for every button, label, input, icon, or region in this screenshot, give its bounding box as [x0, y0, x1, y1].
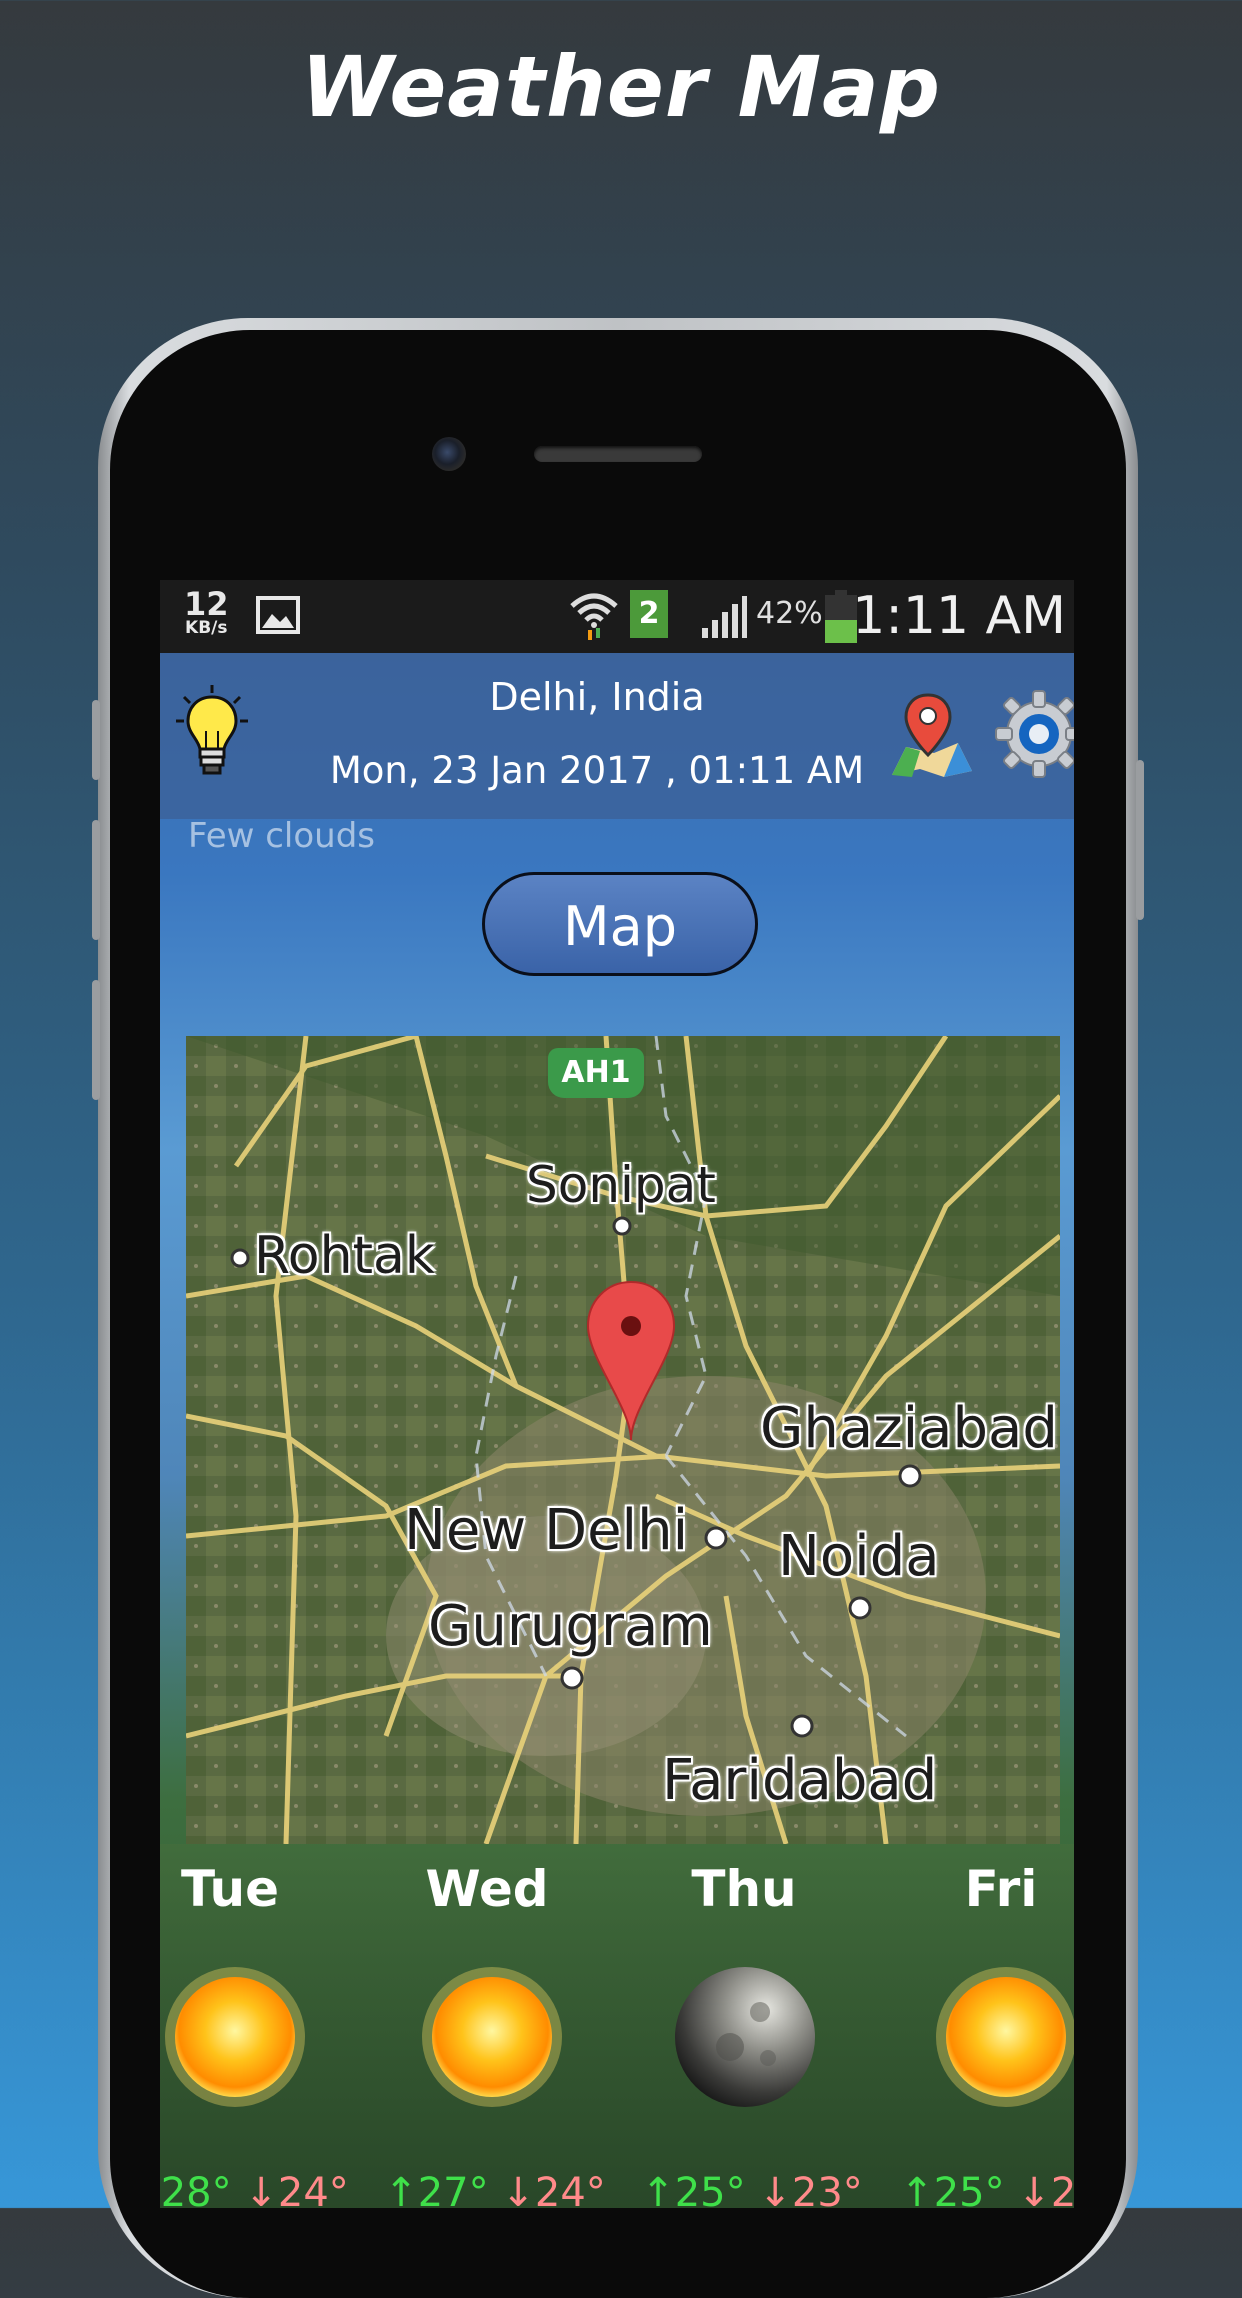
app-header: Delhi, India Mon, 23 Jan 2017 , 01:11 AM — [160, 653, 1074, 819]
highway-shield-ah1: AH1 — [548, 1048, 644, 1098]
forecast-day-label: Fri — [964, 1860, 1038, 1918]
app-screen: 12 KB/s 2 42% 1:11 AM Delhi, India Mon, … — [160, 580, 1074, 2208]
low-temp: ↓23° — [758, 2170, 863, 2208]
low-temp: ↓24° — [501, 2170, 606, 2208]
forecast-strip: Tue Wed Thu Fri 28° ↓24° ↑27° ↓24° ↑25° … — [160, 1844, 1074, 2208]
cell-signal-icon — [702, 596, 747, 638]
network-speed: 12 KB/s — [184, 585, 229, 638]
city-label-faridabad: Faridabad — [662, 1748, 938, 1813]
status-bar: 12 KB/s 2 42% 1:11 AM — [160, 580, 1074, 653]
city-label-noida: Noida — [778, 1524, 940, 1589]
promo-headline: Weather Map — [301, 38, 941, 136]
phone-volume-down — [92, 980, 100, 1100]
high-temp: ↑27° — [384, 2170, 489, 2208]
map-pin-icon[interactable] — [890, 691, 974, 779]
high-temp: ↑28° — [160, 2170, 232, 2208]
faded-condition-text: Few clouds — [188, 816, 376, 856]
phone-power-button — [1136, 760, 1144, 920]
high-temp: ↑25° — [900, 2170, 1005, 2208]
city-label-sonipat: Sonipat — [526, 1156, 716, 1214]
low-temp: ↓24° — [244, 2170, 349, 2208]
forecast-day-label: Thu — [691, 1860, 797, 1918]
forecast-temps: ↑25° ↓23° — [638, 2170, 866, 2208]
city-label-rohtak: Rohtak — [254, 1226, 435, 1286]
city-label-new-delhi: New Delhi — [404, 1498, 689, 1563]
sun-icon — [422, 1967, 562, 2107]
forecast-day-label: Tue — [180, 1860, 280, 1918]
clock: 1:11 AM — [852, 586, 1066, 646]
settings-gear-icon[interactable] — [994, 689, 1074, 779]
gallery-notification-icon — [256, 596, 300, 634]
earpiece-speaker — [534, 446, 702, 462]
forecast-day-label: Wed — [425, 1860, 549, 1918]
map-button[interactable]: Map — [482, 872, 758, 976]
low-temp: ↓22° — [1017, 2170, 1074, 2208]
forecast-temps: ↑25° ↓22° — [897, 2170, 1074, 2208]
high-temp: ↑25° — [641, 2170, 746, 2208]
sim-indicator: 2 — [630, 590, 668, 638]
city-label-ghaziabad: Ghaziabad — [760, 1396, 1058, 1461]
moon-icon — [675, 1967, 815, 2107]
battery-percent: 42% — [756, 596, 823, 631]
forecast-temps: ↑27° ↓24° — [381, 2170, 609, 2208]
phone-side-button — [92, 700, 100, 780]
city-label-gurugram: Gurugram — [428, 1594, 713, 1659]
wifi-icon — [570, 593, 618, 640]
front-camera — [432, 437, 466, 471]
sun-icon — [936, 1967, 1074, 2107]
satellite-map[interactable]: AH1 Sonipat Rohtak Ghaziabad New Delhi N… — [186, 1036, 1060, 1844]
phone-volume-up — [92, 820, 100, 940]
sun-icon — [165, 1967, 305, 2107]
forecast-temps: ↑28° ↓24° — [160, 2170, 352, 2208]
